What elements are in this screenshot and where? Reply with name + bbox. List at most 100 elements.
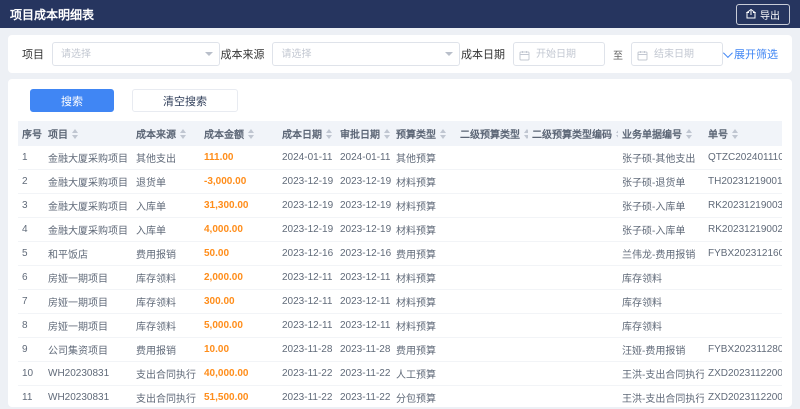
column-header-secondary-budget-type[interactable]: 二级预算类型 [456,121,528,146]
cost-source-filter-label: 成本来源 [220,49,265,61]
date-end-field[interactable] [631,42,723,66]
sort-icon[interactable] [440,128,446,139]
cell-cost-source: 费用报销 [132,337,200,362]
table-row[interactable]: 3 金融大厦采购项目 入库单 31,300.00 2023-12-19 2023-12-1… [18,193,782,218]
column-label: 二级预算类型编码 [532,130,612,141]
table-row[interactable]: 11 WH20230831 支出合同执行 51,500.00 2023-11-22 202… [18,385,782,407]
cell-doc-no: RK20231219003 [704,193,782,218]
sort-icon[interactable] [732,128,738,139]
project-select[interactable] [52,42,220,66]
cost-detail-table: 序号 项目 成本来源 成本金额 成本日期 审批日期 预算类型 二级预算类型 二级预算类型编码 业务… [18,121,782,407]
cell-project: WH20230831 [44,361,132,386]
date-start-field[interactable] [513,42,605,66]
sort-icon[interactable] [248,128,254,139]
page-title: 项目成本明细表 [10,7,95,22]
column-header-business-doc-no[interactable]: 业务单据编号 [618,121,704,146]
cell-secondary-budget-type [456,313,528,338]
sort-icon[interactable] [524,128,528,139]
cell-secondary-budget-type [456,193,528,218]
column-header-budget-type[interactable]: 预算类型 [392,121,456,146]
cell-cost-source: 库存领料 [132,313,200,338]
cell-cost-date: 2023-11-22 [278,361,336,386]
cell-cost-date: 2023-12-11 [278,313,336,338]
sort-icon[interactable] [72,128,78,139]
cell-approval-date: 2023-12-11 [336,313,392,338]
cell-business-doc-no: 库存领料 [618,289,704,314]
cell-cost-source: 入库单 [132,217,200,242]
column-label: 预算类型 [396,130,436,141]
table-row[interactable]: 9 公司集资项目 费用报销 10.00 2023-11-28 2023-11-28 费用预算… [18,337,782,362]
cell-cost-date: 2023-12-11 [278,265,336,290]
table-row[interactable]: 1 金融大厦采购项目 其他支出 111.00 2024-01-11 2024-01-11 其… [18,146,782,170]
cell-business-doc-no: 兰伟龙-费用报销 [618,241,704,266]
sort-icon[interactable] [384,128,390,139]
cell-approval-date: 2023-12-11 [336,289,392,314]
table-row[interactable]: 5 和平饭店 费用报销 50.00 2023-12-16 2023-12-16 费用预算 兰伟… [18,241,782,266]
clear-search-button[interactable]: 清空搜索 [132,89,238,112]
search-button[interactable]: 搜索 [30,89,114,112]
cell-cost-amount: 5,000.00 [200,313,278,338]
sort-icon[interactable] [616,128,618,139]
column-header-secondary-budget-code[interactable]: 二级预算类型编码 [528,121,618,146]
cell-secondary-budget-type [456,265,528,290]
project-select-input[interactable] [52,42,220,66]
cell-approval-date: 2023-12-19 [336,169,392,194]
cell-cost-source: 退货单 [132,169,200,194]
sort-icon[interactable] [180,128,186,139]
column-header-cost-date[interactable]: 成本日期 [278,121,336,146]
calendar-icon [519,48,530,66]
expand-filter-label: 展开筛选 [734,49,778,61]
sort-icon[interactable] [686,128,692,139]
column-label: 成本来源 [136,130,176,141]
cell-approval-date: 2023-11-22 [336,361,392,386]
cell-index: 4 [18,217,44,242]
cell-doc-no: RK20231219002 [704,217,782,242]
cell-cost-source: 入库单 [132,193,200,218]
cell-secondary-budget-code [528,217,618,242]
cell-index: 6 [18,265,44,290]
cell-cost-amount: 40,000.00 [200,361,278,386]
column-header-project[interactable]: 项目 [44,121,132,146]
cell-cost-source: 费用报销 [132,241,200,266]
table-row[interactable]: 7 房娅一期项目 库存领料 300.00 2023-12-11 2023-12-11 材料预… [18,289,782,314]
cell-doc-no: FYBX20231128001 [704,337,782,362]
cell-project: 房娅一期项目 [44,265,132,290]
table-row[interactable]: 4 金融大厦采购项目 入库单 4,000.00 2023-12-19 2023-12-19… [18,217,782,242]
expand-filter-link[interactable]: 展开筛选 [722,46,778,62]
cell-index: 10 [18,361,44,386]
column-header-cost-amount[interactable]: 成本金额 [200,121,278,146]
cell-budget-type: 材料预算 [392,169,456,194]
cell-approval-date: 2023-11-22 [336,385,392,407]
column-header-index: 序号 [18,121,44,146]
cell-business-doc-no: 库存领料 [618,265,704,290]
cell-cost-amount: 2,000.00 [200,265,278,290]
cell-cost-amount: 31,300.00 [200,193,278,218]
cell-index: 9 [18,337,44,362]
table-row[interactable]: 8 房娅一期项目 库存领料 5,000.00 2023-12-11 2023-12-11 材… [18,313,782,338]
cost-source-select[interactable] [272,42,461,66]
column-header-doc-no[interactable]: 单号 [704,121,782,146]
table-row[interactable]: 6 房娅一期项目 库存领料 2,000.00 2023-12-11 2023-12-11 材… [18,265,782,290]
cell-doc-no: ZXD20231122001 [704,385,782,407]
cell-index: 2 [18,169,44,194]
cell-secondary-budget-code [528,146,618,170]
column-header-cost-source[interactable]: 成本来源 [132,121,200,146]
cell-index: 8 [18,313,44,338]
cell-cost-amount: 111.00 [200,146,278,170]
cell-cost-date: 2023-11-22 [278,385,336,407]
column-header-approval-date[interactable]: 审批日期 [336,121,392,146]
cost-source-select-input[interactable] [272,42,461,66]
export-button[interactable]: 导出 [736,3,790,25]
table-row[interactable]: 2 金融大厦采购项目 退货单 -3,000.00 2023-12-19 2023-12-1… [18,169,782,194]
cell-doc-no: ZXD20231122002 [704,361,782,386]
export-icon [746,9,756,19]
cell-cost-date: 2023-12-19 [278,217,336,242]
column-label: 单号 [708,130,728,141]
table-row[interactable]: 10 WH20230831 支出合同执行 40,000.00 2023-11-22 202… [18,361,782,386]
cell-budget-type: 费用预算 [392,337,456,362]
cell-cost-source: 库存领料 [132,289,200,314]
top-bar: 项目成本明细表 导出 [0,0,800,28]
sort-icon[interactable] [326,128,332,139]
cell-index: 11 [18,385,44,407]
cell-cost-source: 库存领料 [132,265,200,290]
